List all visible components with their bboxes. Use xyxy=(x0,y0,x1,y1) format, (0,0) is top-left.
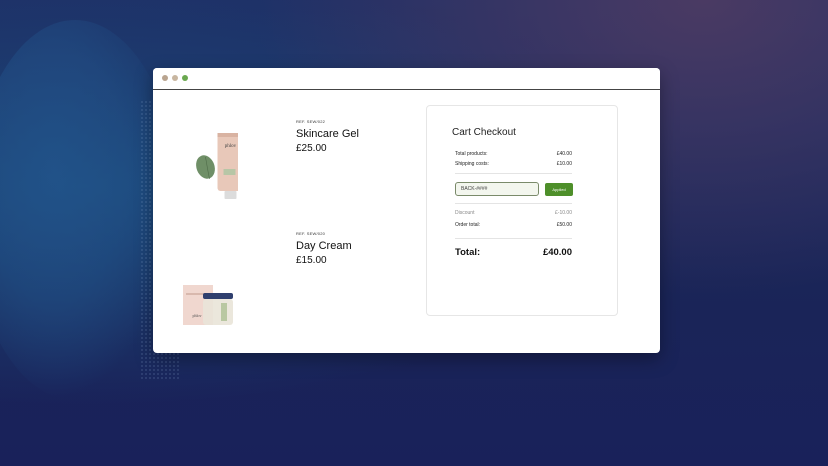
product-name[interactable]: Day Cream xyxy=(296,240,352,252)
divider xyxy=(455,203,572,204)
discount-row: Discount £-10.00 xyxy=(455,210,572,216)
box-brand-label: phlov xyxy=(192,313,201,318)
discount-value: £-10.00 xyxy=(555,210,572,216)
product-card-skincare-gel[interactable]: REF. SEW/022 Skincare Gel £25.00 xyxy=(296,119,359,154)
cart-checkout-panel: Cart Checkout Total products: £40.00 Shi… xyxy=(426,105,618,316)
skincare-gel-image[interactable]: phlov xyxy=(183,125,238,205)
total-row: Total: £40.00 xyxy=(455,247,572,258)
shipping-costs-value: £10.00 xyxy=(556,161,572,167)
window-close-button[interactable] xyxy=(162,75,168,81)
divider xyxy=(455,238,572,239)
window-minimize-button[interactable] xyxy=(172,75,178,81)
total-products-value: £40.00 xyxy=(556,151,572,157)
day-cream-image[interactable]: phlov xyxy=(183,279,238,331)
product-price: £15.00 xyxy=(296,255,327,266)
window-maximize-button[interactable] xyxy=(182,75,188,81)
order-total-row: Order total: £50.00 xyxy=(455,222,572,228)
divider xyxy=(455,173,572,174)
total-label: Total: xyxy=(455,247,481,258)
tube-brand-label: phlov xyxy=(225,144,237,149)
total-value: £40.00 xyxy=(542,247,572,258)
product-name[interactable]: Skincare Gel xyxy=(296,128,359,140)
product-ref: REF. SEW/022 xyxy=(296,119,326,124)
product-ref: REF. SEW/020 xyxy=(296,231,326,236)
total-products-label: Total products: xyxy=(455,151,488,157)
checkout-title: Cart Checkout xyxy=(452,127,516,138)
total-products-row: Total products: £40.00 xyxy=(455,151,572,157)
discount-label: Discount xyxy=(455,210,475,216)
shipping-costs-row: Shipping costs: £10.00 xyxy=(455,161,572,167)
order-total-value: £50.00 xyxy=(556,222,572,228)
product-card-day-cream[interactable]: REF. SEW/020 Day Cream £15.00 xyxy=(296,231,352,266)
apply-code-button[interactable]: Applied xyxy=(545,183,573,196)
browser-window: phlov REF. SEW/022 Skincare Gel £25.00 p… xyxy=(153,68,660,353)
shipping-costs-label: Shipping costs: xyxy=(455,161,489,167)
window-titlebar xyxy=(153,68,660,90)
product-price: £25.00 xyxy=(296,143,327,154)
discount-code-input[interactable]: BACK-#### xyxy=(455,182,539,196)
order-total-label: Order total: xyxy=(455,222,481,228)
